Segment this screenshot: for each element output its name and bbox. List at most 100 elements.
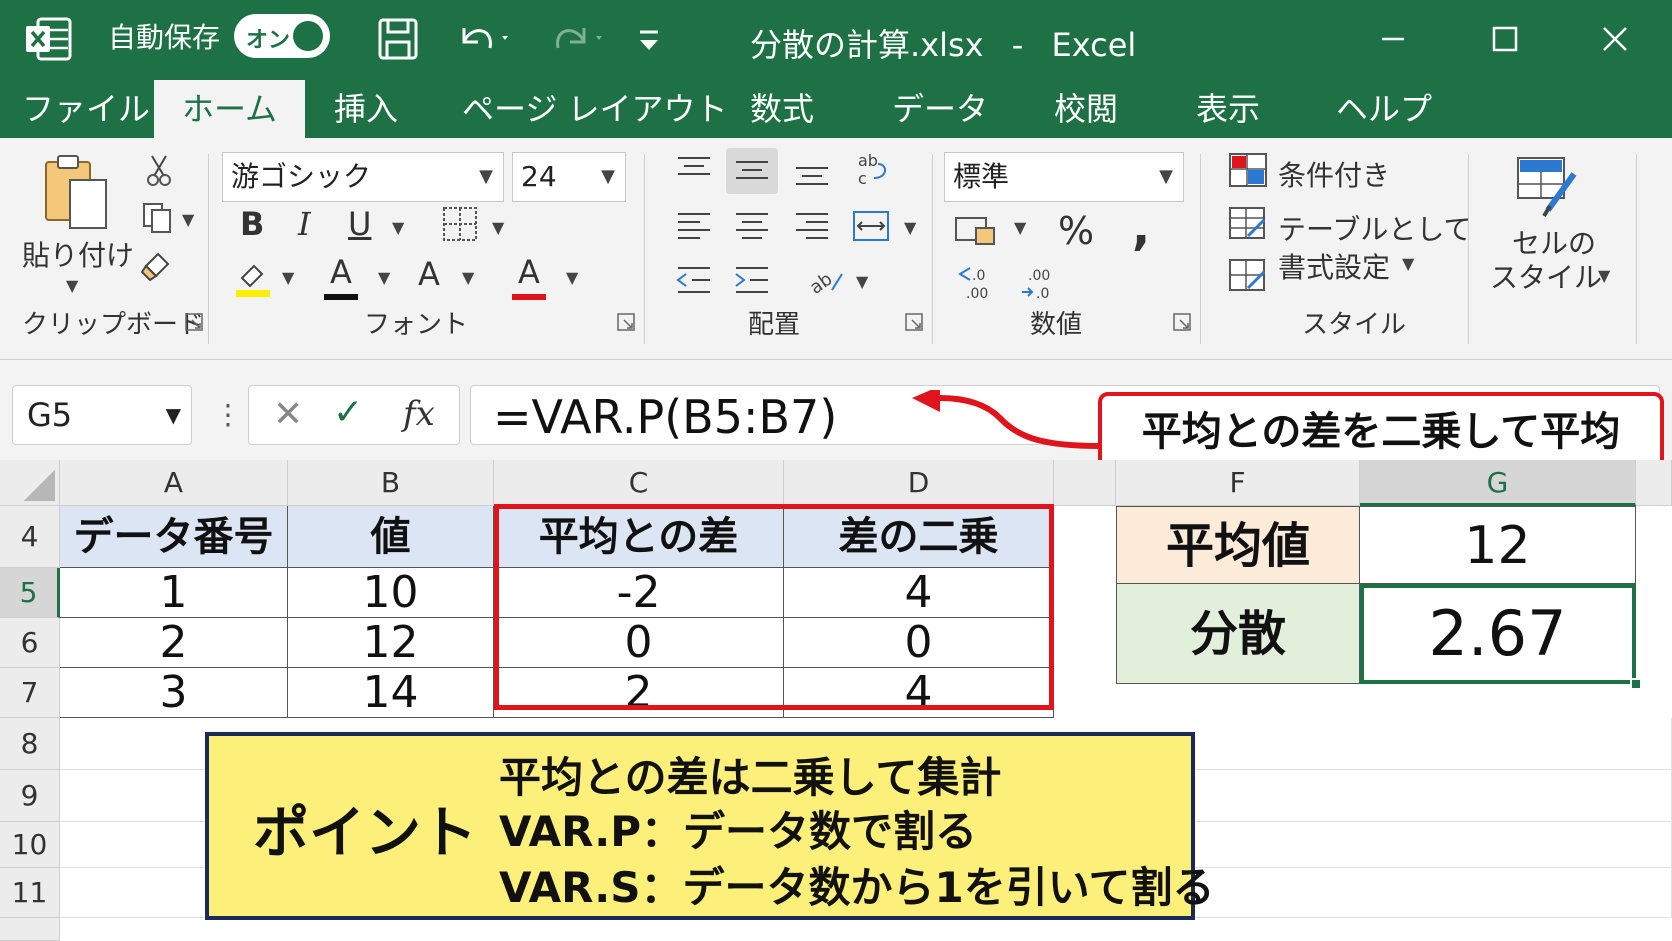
table-cell[interactable]: 3 bbox=[60, 668, 288, 718]
select-all-corner[interactable] bbox=[0, 460, 60, 506]
align-top-icon[interactable] bbox=[674, 152, 714, 188]
align-right-icon[interactable] bbox=[792, 208, 832, 244]
insert-function-button[interactable]: fx bbox=[403, 394, 435, 434]
cell-format-icon[interactable] bbox=[1228, 258, 1268, 294]
underline-button[interactable]: U bbox=[348, 208, 371, 240]
tab-insert[interactable]: 挿入 bbox=[334, 80, 398, 138]
autosave-toggle[interactable]: オン bbox=[234, 14, 330, 58]
column-header-g[interactable]: G bbox=[1360, 460, 1636, 506]
fill-color-dropdown-icon[interactable]: ▼ bbox=[282, 268, 294, 287]
tab-file[interactable]: ファイル bbox=[22, 80, 150, 138]
font-size-grow-button[interactable]: A bbox=[418, 258, 440, 290]
enter-icon[interactable]: ✓ bbox=[333, 392, 363, 433]
redo-icon[interactable] bbox=[548, 14, 608, 64]
tab-formulas[interactable]: 数式 bbox=[750, 80, 814, 138]
accounting-dropdown-icon[interactable]: ▼ bbox=[1014, 218, 1026, 237]
font-size-combo[interactable]: 24 ▼ bbox=[512, 152, 626, 202]
cell-styles-dropdown-icon[interactable]: ▼ bbox=[1598, 266, 1610, 285]
more-options-icon[interactable]: ⋮ bbox=[214, 398, 242, 431]
decrease-decimal-icon[interactable]: .00.0 bbox=[1018, 262, 1062, 302]
increase-decimal-icon[interactable]: .0.00 bbox=[956, 262, 1000, 302]
align-center-icon[interactable] bbox=[732, 208, 772, 244]
tab-view[interactable]: 表示 bbox=[1196, 80, 1260, 138]
worksheet-grid[interactable]: A B C D F G 4 5 6 7 8 9 10 11 データ番号 値 平均… bbox=[0, 460, 1672, 941]
font-size-dropdown-icon[interactable]: ▼ bbox=[462, 268, 474, 287]
variance-label[interactable]: 分散 bbox=[1116, 584, 1360, 684]
font-color-dropdown-icon[interactable]: ▼ bbox=[378, 268, 390, 287]
row-header-11[interactable]: 11 bbox=[0, 868, 60, 918]
copy-dropdown-icon[interactable]: ▼ bbox=[182, 210, 194, 229]
tab-page-layout[interactable]: ページ レイアウト bbox=[462, 80, 728, 138]
tab-help[interactable]: ヘルプ bbox=[1336, 80, 1432, 138]
align-bottom-icon[interactable] bbox=[792, 152, 832, 188]
format-as-table-button[interactable]: テーブルとして bbox=[1278, 208, 1471, 248]
table-cell[interactable]: 14 bbox=[288, 668, 494, 718]
number-launcher-icon[interactable] bbox=[1172, 312, 1192, 332]
row-header-7[interactable]: 7 bbox=[0, 668, 60, 718]
cancel-icon[interactable]: ✕ bbox=[273, 394, 303, 435]
table-header-cell[interactable]: データ番号 bbox=[60, 506, 288, 568]
table-header-cell[interactable]: 値 bbox=[288, 506, 494, 568]
italic-button[interactable]: I bbox=[298, 208, 311, 240]
font-name-combo[interactable]: 游ゴシック ▼ bbox=[222, 152, 504, 202]
cell-styles-icon[interactable] bbox=[1514, 154, 1582, 218]
tab-data[interactable]: データ bbox=[892, 80, 988, 138]
orientation-icon[interactable]: ab bbox=[806, 260, 846, 300]
column-header-f[interactable]: F bbox=[1116, 460, 1360, 506]
font-launcher-icon[interactable] bbox=[616, 312, 636, 332]
mean-value[interactable]: 12 bbox=[1360, 506, 1636, 584]
tab-review[interactable]: 校閲 bbox=[1054, 80, 1118, 138]
text-color-button[interactable]: A bbox=[518, 256, 540, 288]
table-cell[interactable]: 10 bbox=[288, 568, 494, 618]
borders-icon[interactable] bbox=[440, 204, 480, 244]
format-painter-icon[interactable] bbox=[140, 248, 176, 284]
column-header-c[interactable]: C bbox=[494, 460, 784, 506]
alignment-launcher-icon[interactable] bbox=[904, 312, 924, 332]
close-icon[interactable] bbox=[1590, 14, 1640, 64]
row-header-6[interactable]: 6 bbox=[0, 618, 60, 668]
format-as-table-icon[interactable] bbox=[1228, 206, 1268, 242]
tab-home[interactable]: ホーム bbox=[154, 80, 306, 138]
font-color-button[interactable]: A bbox=[330, 256, 352, 288]
orientation-dropdown-icon[interactable]: ▼ bbox=[856, 272, 868, 291]
align-left-icon[interactable] bbox=[674, 208, 714, 244]
decrease-indent-icon[interactable] bbox=[674, 262, 714, 298]
maximize-icon[interactable] bbox=[1480, 14, 1530, 64]
conditional-formatting-icon[interactable] bbox=[1228, 152, 1268, 188]
minimize-icon[interactable] bbox=[1368, 14, 1418, 64]
cut-icon[interactable] bbox=[144, 152, 174, 188]
paste-icon[interactable] bbox=[40, 152, 112, 236]
merge-center-icon[interactable] bbox=[852, 206, 892, 246]
row-header-10[interactable]: 10 bbox=[0, 822, 60, 868]
accounting-format-icon[interactable] bbox=[954, 212, 998, 248]
comma-style-button[interactable]: , bbox=[1132, 204, 1150, 252]
name-box[interactable]: G5 ▼ bbox=[12, 385, 192, 445]
paste-dropdown-icon[interactable]: ▼ bbox=[66, 276, 78, 295]
bold-button[interactable]: B bbox=[240, 208, 264, 240]
increase-indent-icon[interactable] bbox=[732, 262, 772, 298]
paste-button[interactable]: 貼り付け bbox=[22, 234, 134, 274]
table-cell[interactable]: 12 bbox=[288, 618, 494, 668]
wrap-text-icon[interactable]: abc bbox=[854, 148, 894, 188]
undo-icon[interactable] bbox=[454, 14, 514, 64]
row-header-8[interactable]: 8 bbox=[0, 718, 60, 770]
column-header-h[interactable] bbox=[1636, 460, 1672, 506]
number-format-combo[interactable]: 標準 ▼ bbox=[944, 152, 1184, 202]
customize-qat-icon[interactable] bbox=[634, 14, 664, 64]
text-color-dropdown-icon[interactable]: ▼ bbox=[566, 268, 578, 287]
percent-style-button[interactable]: % bbox=[1058, 212, 1094, 250]
mean-label[interactable]: 平均値 bbox=[1116, 506, 1360, 584]
column-header-b[interactable]: B bbox=[288, 460, 494, 506]
copy-icon[interactable] bbox=[140, 200, 176, 236]
row-header-9[interactable]: 9 bbox=[0, 770, 60, 822]
row-header-4[interactable]: 4 bbox=[0, 506, 60, 568]
column-header-e[interactable] bbox=[1054, 460, 1116, 506]
borders-dropdown-icon[interactable]: ▼ bbox=[492, 218, 504, 237]
conditional-formatting-button[interactable]: 条件付き bbox=[1278, 154, 1390, 194]
fill-handle[interactable] bbox=[1630, 678, 1642, 690]
table-cell[interactable]: 2 bbox=[60, 618, 288, 668]
column-header-a[interactable]: A bbox=[60, 460, 288, 506]
clipboard-launcher-icon[interactable] bbox=[184, 312, 204, 332]
table-cell[interactable]: 1 bbox=[60, 568, 288, 618]
underline-dropdown-icon[interactable]: ▼ bbox=[392, 218, 404, 237]
